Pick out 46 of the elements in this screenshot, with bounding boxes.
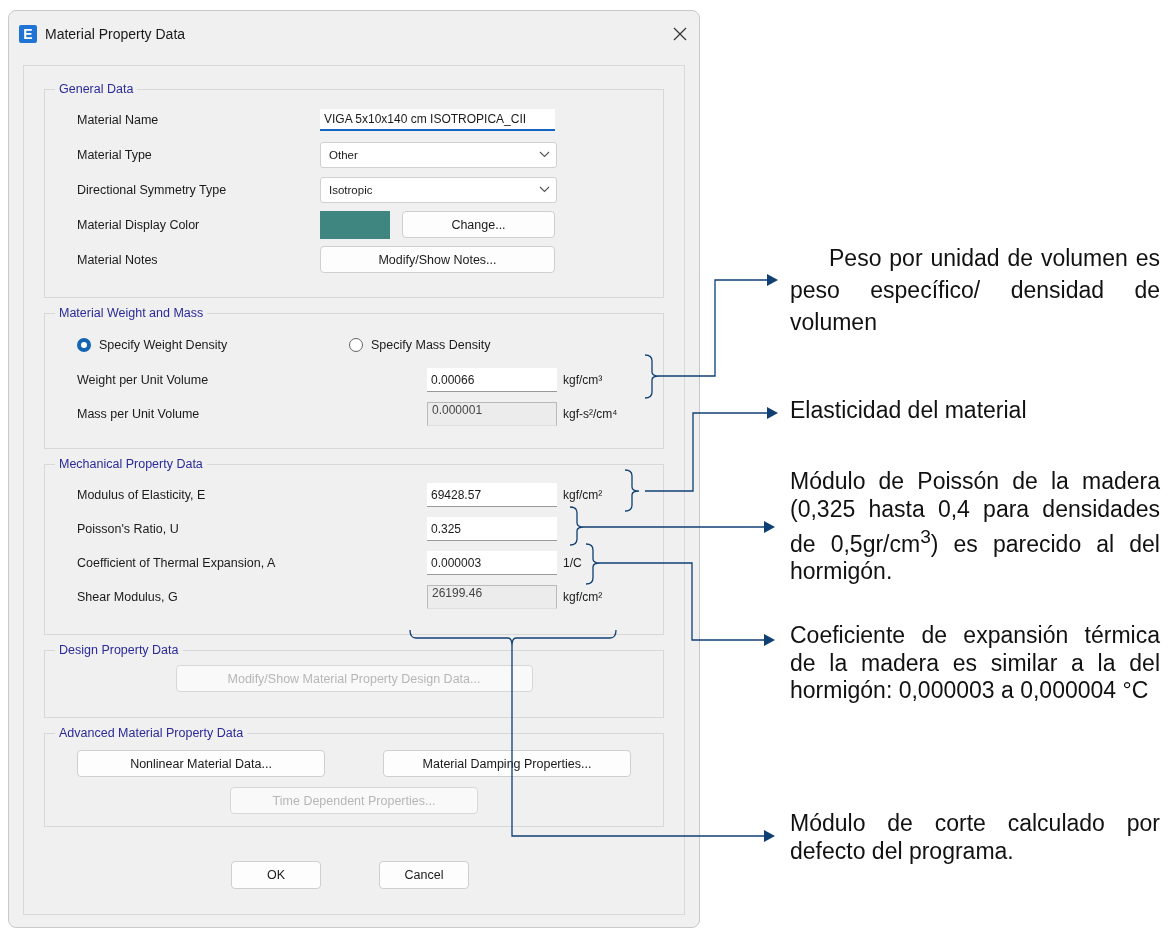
unit-label: kgf/cm² bbox=[563, 488, 603, 502]
group-title: Advanced Material Property Data bbox=[58, 726, 245, 740]
unit-label: kgf/cm³ bbox=[563, 373, 603, 387]
annotation-text: Coeficiente de expansión térmica de la madera es similar a la del hormigón: 0,000003 a 0,000004 °C bbox=[790, 622, 1160, 705]
dropdown[interactable]: Other bbox=[320, 141, 557, 168]
window-title: Material Property Data bbox=[45, 26, 187, 42]
radio-button[interactable]: Specify Weight Density bbox=[77, 338, 349, 352]
field-label: Material Name bbox=[77, 112, 160, 127]
change-button[interactable]: Change... bbox=[402, 211, 555, 238]
annotation-text: Módulo de Poissón de la madera (0,325 hasta 0,4 para densidades de 0,5gr/cm$^{3}$) es parecido al del hormigón. bbox=[790, 468, 1160, 586]
field-label: Material Display Color bbox=[77, 217, 201, 232]
input-field[interactable]: 0.00066 bbox=[427, 368, 557, 392]
input-field[interactable]: 0.000003 bbox=[427, 551, 557, 575]
input-field: 0.000001 bbox=[427, 402, 557, 426]
radio-button[interactable]: Specify Mass Density bbox=[349, 338, 621, 352]
field-label: Poisson's Ratio, U bbox=[77, 522, 180, 536]
field-label: Mass per Unit Volume bbox=[77, 407, 201, 421]
field-label: Material Notes bbox=[77, 252, 159, 267]
field-label: Directional Symmetry Type bbox=[77, 182, 228, 197]
advanced-button: Time Dependent Properties... bbox=[230, 787, 478, 814]
design-data-button: Modify/Show Material Property Design Data... bbox=[175, 665, 533, 692]
advanced-button[interactable]: Nonlinear Material Data... bbox=[77, 750, 325, 777]
field-label: Modulus of Elasticity, E bbox=[77, 488, 207, 502]
annotation-text: Módulo de corte calculado por defecto del programa. bbox=[790, 810, 1160, 865]
dropdown[interactable]: Isotropic bbox=[320, 176, 557, 203]
unit-label: kgf/cm² bbox=[563, 590, 603, 604]
notes-button[interactable]: Modify/Show Notes... bbox=[320, 246, 555, 273]
field-label: Material Type bbox=[77, 147, 153, 162]
group-title: Mechanical Property Data bbox=[58, 457, 204, 471]
app-icon: E bbox=[19, 25, 37, 43]
input-field[interactable]: VIGA 5x10x140 cm ISOTROPICA_CII bbox=[320, 108, 555, 131]
group-title: Design Property Data bbox=[58, 643, 180, 657]
input-field: 26199.46 bbox=[427, 585, 557, 609]
unit-label: 1/C bbox=[563, 556, 582, 570]
field-label: Coefficient of Thermal Expansion, A bbox=[77, 556, 277, 570]
field-label: Weight per Unit Volume bbox=[77, 373, 210, 387]
annotation-text: Peso por unidad de volumen es peso específico/ densidad de volumen bbox=[790, 244, 1160, 337]
field-label: Shear Modulus, G bbox=[77, 590, 179, 604]
annotation-text: Elasticidad del material bbox=[790, 397, 1028, 425]
cancel-button[interactable]: Cancel bbox=[379, 861, 469, 889]
unit-label: kgf-s²/cm⁴ bbox=[563, 407, 618, 421]
group-title: Material Weight and Mass bbox=[58, 306, 205, 320]
ok-button[interactable]: OK bbox=[231, 861, 321, 889]
group-title: General Data bbox=[58, 82, 135, 96]
input-field[interactable]: 69428.57 bbox=[427, 483, 557, 507]
input-field[interactable]: 0.325 bbox=[427, 517, 557, 541]
